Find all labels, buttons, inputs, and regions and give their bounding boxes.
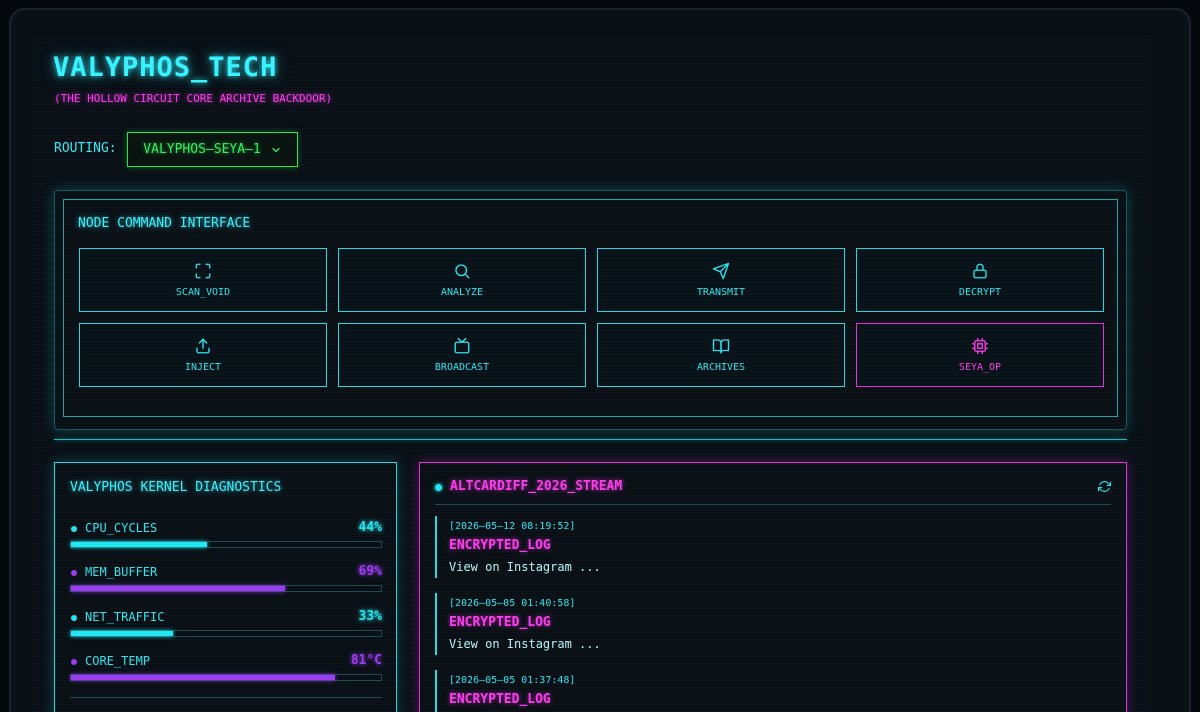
command-panel: NODE COMMAND INTERFACE SCAN_VOID ANALYZE… [54,190,1127,430]
page-title: VALYPHOS_TECH [53,52,278,83]
log-entry[interactable]: [2026—05—12 08:19:52] ENCRYPTED_LOG View… [435,516,1111,578]
section-divider [54,439,1127,440]
stream-title: ALTCARDIFF_2026_STREAM [450,479,623,494]
transmit-button[interactable]: TRANSMIT [597,248,845,312]
log-entry[interactable]: [2026—05—05 01:40:58] ENCRYPTED_LOG View… [435,593,1111,655]
transmit-label: TRANSMIT [696,287,746,298]
analyze-button[interactable]: ANALYZE [338,248,586,312]
chevron-down-icon [272,147,280,152]
metric-label: NET_TRAFFIC [85,610,165,624]
book-icon [712,339,730,354]
metric-value: 69% [358,564,382,579]
scan-icon [195,263,211,279]
progress-track [70,585,382,592]
diagnostics-panel: VALYPHOS KERNEL DIAGNOSTICS CPU_CYCLES 4… [54,462,397,712]
progress-fill [71,675,335,680]
log-title: ENCRYPTED_LOG [449,692,551,707]
log-title: ENCRYPTED_LOG [449,615,551,630]
page-subtitle: (THE HOLLOW CIRCUIT CORE ARCHIVE BACKDOO… [54,92,333,105]
broadcast-label: BROADCAST [434,362,490,373]
stream-panel: ALTCARDIFF_2026_STREAM [2026—05—12 08:19… [419,462,1127,712]
analyze-label: ANALYZE [440,287,484,298]
diagnostics-title: VALYPHOS KERNEL DIAGNOSTICS [70,480,282,495]
log-timestamp: [2026—05—05 01:40:58] [449,598,576,609]
command-panel-inner: NODE COMMAND INTERFACE SCAN_VOID ANALYZE… [63,199,1118,417]
metric-label: MEM_BUFFER [85,565,158,579]
tv-icon [454,337,470,354]
progress-track [70,541,382,548]
cpu-icon [971,337,989,355]
metric-value: 33% [358,609,382,624]
log-timestamp: [2026—05—12 08:19:52] [449,521,576,532]
archives-label: ARCHIVES [696,362,746,373]
metric-value: 44% [358,520,382,535]
decrypt-button[interactable]: DECRYPT [856,248,1104,312]
log-title: ENCRYPTED_LOG [449,538,551,553]
inject-label: INJECT [184,362,222,373]
live-indicator-dot [435,484,442,491]
broadcast-button[interactable]: BROADCAST [338,323,586,387]
routing-select[interactable]: VALYPHOS—SEYA—1 [127,132,298,167]
metric-core-temp: CORE_TEMP 81°C [70,653,382,686]
progress-fill [71,631,174,636]
inject-button[interactable]: INJECT [79,323,327,387]
routing-label: ROUTING: [54,141,117,156]
send-icon [712,262,730,280]
status-dot [71,570,77,576]
routing-selected-value: VALYPHOS—SEYA—1 [143,142,261,157]
progress-track [70,674,382,681]
diagnostics-divider [70,697,382,698]
metric-net-traffic: NET_TRAFFIC 33% [70,609,382,642]
status-dot [71,615,77,621]
upload-icon [196,338,210,354]
log-entry[interactable]: [2026—05—05 01:37:48] ENCRYPTED_LOG [435,670,1111,712]
metric-mem-buffer: MEM_BUFFER 69% [70,564,382,597]
seya-op-button[interactable]: SEYA_OP [856,323,1104,387]
status-dot [71,526,77,532]
archives-button[interactable]: ARCHIVES [597,323,845,387]
refresh-icon[interactable] [1098,480,1111,493]
progress-track [70,630,382,637]
progress-fill [71,542,208,547]
log-link[interactable]: View on Instagram ... [449,560,601,574]
seya-op-label: SEYA_OP [958,362,1002,373]
lock-icon [973,263,987,279]
metric-label: CORE_TEMP [85,654,151,668]
metric-cpu-cycles: CPU_CYCLES 44% [70,520,382,553]
progress-fill [71,586,285,591]
log-link[interactable]: View on Instagram ... [449,637,601,651]
scan-void-label: SCAN_VOID [175,287,231,298]
log-timestamp: [2026—05—05 01:37:48] [449,675,576,686]
metric-label: CPU_CYCLES [85,521,158,535]
status-dot [71,659,77,665]
command-panel-heading: NODE COMMAND INTERFACE [78,216,251,231]
search-icon [455,264,470,279]
stream-header: ALTCARDIFF_2026_STREAM [435,479,1111,505]
metric-value: 81°C [350,653,382,668]
scan-void-button[interactable]: SCAN_VOID [79,248,327,312]
decrypt-label: DECRYPT [958,287,1002,298]
